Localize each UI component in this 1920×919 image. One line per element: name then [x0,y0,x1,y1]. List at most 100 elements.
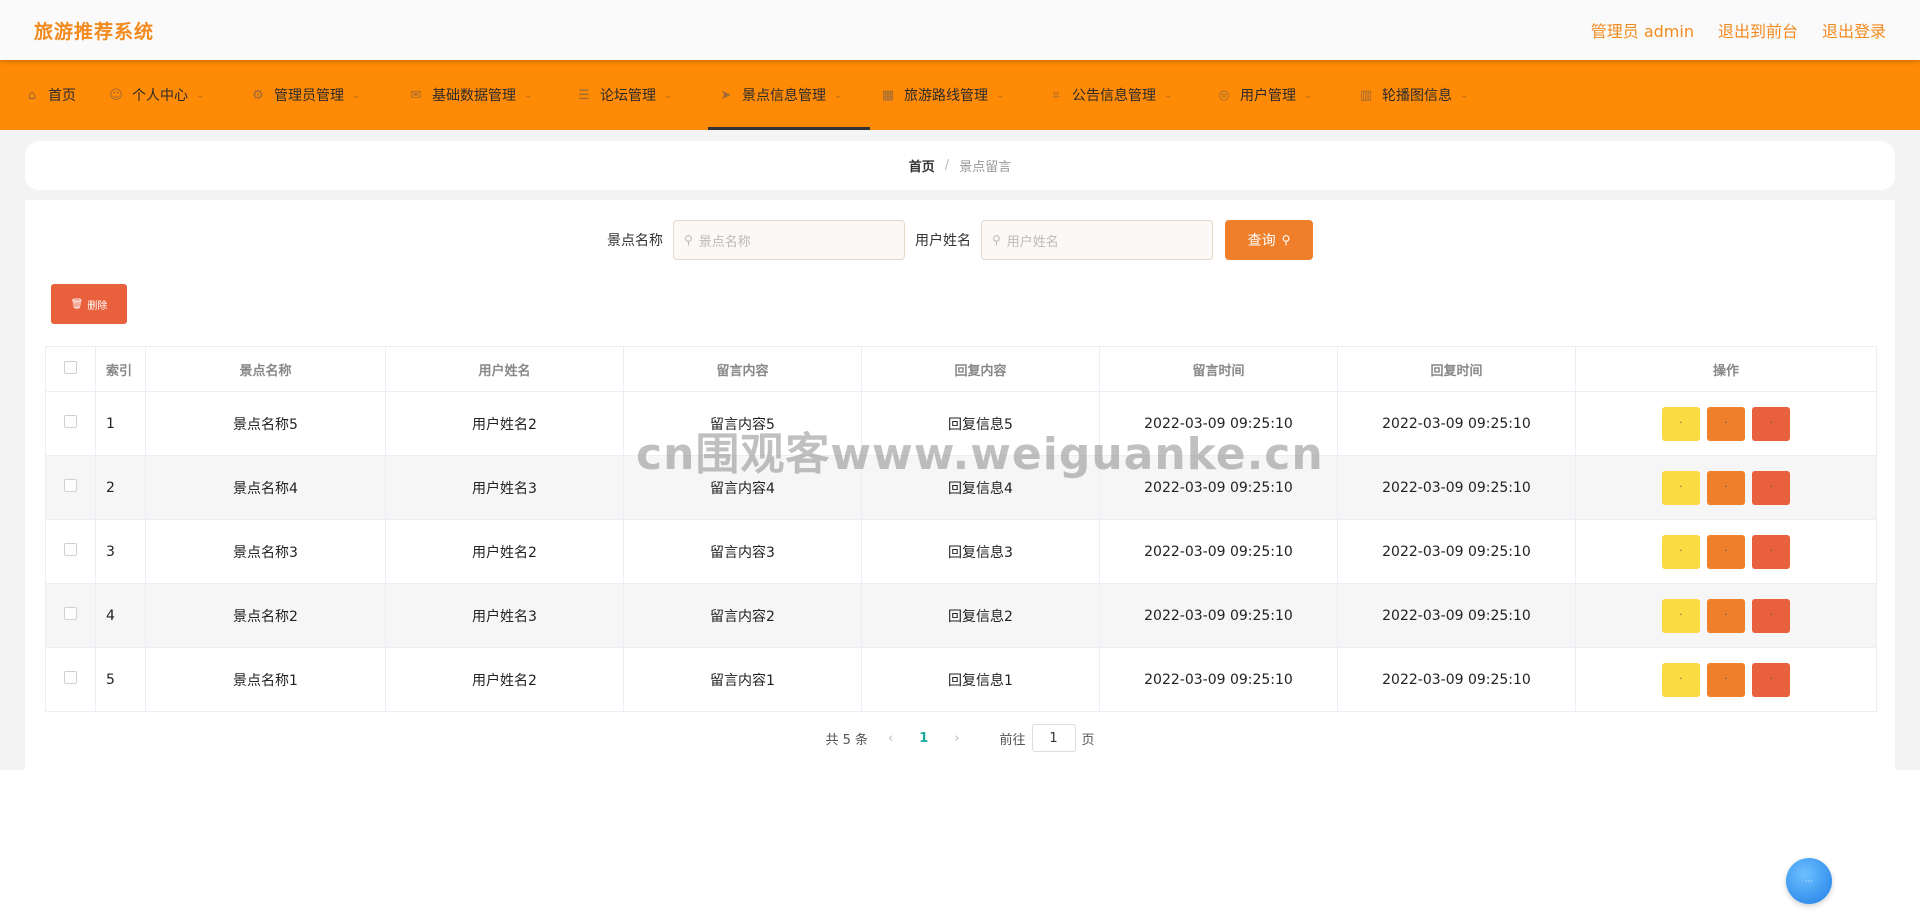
cell-actions: · · · [1575,455,1877,520]
scenic-name-label: 景点名称 [607,233,663,249]
edit-button[interactable]: · [1707,470,1745,505]
list-icon: ☰ [578,87,590,103]
cell-actions: · · · [1575,647,1877,712]
go-frontend-link[interactable]: 退出到前台 [1718,18,1798,42]
nav-item-6[interactable]: ➤ 景点信息管理 ⌄ [708,60,870,130]
cell-actions: · · · [1575,519,1877,584]
col-header-scenic-name: 景点名称 [145,346,386,392]
chevron-down-icon: ⌄ [834,89,843,101]
cell-index: 1 [95,391,146,456]
row-select-cell [45,647,96,712]
grid-icon: ▥ [1359,87,1373,103]
page-number-current[interactable]: 1 [919,731,928,746]
edit-button[interactable]: · [1707,406,1745,441]
search-icon: ⚲ [684,233,693,247]
delete-button[interactable]: · [1752,406,1790,441]
delete-button[interactable]: · [1752,470,1790,505]
table-row[interactable]: 5 景点名称1 用户姓名2 留言内容1 回复信息1 2022-03-09 09:25:10… [45,647,1877,712]
col-header-user-name: 用户姓名 [385,346,624,392]
top-header: 旅游推荐系统 管理员 admin 退出到前台 退出登录 [0,0,1920,60]
table-row[interactable]: 1 景点名称5 用户姓名2 留言内容5 回复信息5 2022-03-09 09:25:10… [45,391,1877,456]
cell-scenic-name: 景点名称4 [145,455,386,520]
view-button[interactable]: · [1662,598,1700,633]
chevron-down-icon: ⌄ [352,89,361,101]
cell-reply: 回复信息1 [861,647,1100,712]
cell-actions: · · · [1575,391,1877,456]
view-button[interactable]: · [1662,406,1700,441]
view-button[interactable]: · [1662,662,1700,697]
prev-page-icon[interactable]: ‹ [888,731,893,746]
search-bar: 景点名称 ⚲ 景点名称 用户姓名 ⚲ 用户姓名 查询 ⚲ [25,220,1895,260]
nav-item-4[interactable]: ✉ 基础数据管理 ⌄ [398,60,566,130]
batch-delete-button[interactable]: 🗑 删除 [51,284,127,324]
row-checkbox[interactable] [64,543,77,556]
nav-item-3[interactable]: ⚙ 管理员管理 ⌄ [240,60,398,130]
cell-user-name: 用户姓名2 [385,391,624,456]
cell-message-time: 2022-03-09 09:25:10 [1099,519,1338,584]
breadcrumb-home[interactable]: 首页 [909,156,935,175]
cell-reply: 回复信息4 [861,455,1100,520]
send-icon: ➤ [720,87,732,103]
nav-item-2[interactable]: ☺ 个人中心 ⌄ [98,60,240,130]
nav-item-9[interactable]: ◎ 用户管理 ⌄ [1206,60,1348,130]
table-row[interactable]: 3 景点名称3 用户姓名2 留言内容3 回复信息3 2022-03-09 09:25:10… [45,519,1877,584]
logout-link[interactable]: 退出登录 [1822,18,1886,42]
cell-reply-time: 2022-03-09 09:25:10 [1337,583,1576,648]
admin-user-link[interactable]: 管理员 admin [1591,18,1694,42]
goto-page: 前往 1 页 [999,724,1095,752]
select-all-checkbox[interactable] [64,360,77,374]
edit-button[interactable]: · [1707,534,1745,569]
cell-user-name: 用户姓名3 [385,583,624,648]
nav-item-5[interactable]: ☰ 论坛管理 ⌄ [566,60,708,130]
breadcrumb-current: 景点留言 [959,160,1012,175]
scenic-name-input[interactable]: ⚲ 景点名称 [673,220,905,260]
row-checkbox[interactable] [64,479,77,492]
cell-scenic-name: 景点名称5 [145,391,386,456]
query-button[interactable]: 查询 ⚲ [1225,220,1313,260]
cell-index: 2 [95,455,146,520]
cell-message-time: 2022-03-09 09:25:10 [1099,455,1338,520]
breadcrumb: 首页 / 景点留言 [25,141,1895,190]
nav-item-7[interactable]: ▦ 旅游路线管理 ⌄ [870,60,1038,130]
col-header-index: 索引 [95,346,146,392]
scenic-name-placeholder: 景点名称 [698,234,751,250]
table-row[interactable]: 4 景点名称2 用户姓名3 留言内容2 回复信息2 2022-03-09 09:25:10… [45,583,1877,648]
chevron-down-icon: ⌄ [664,89,673,101]
delete-button[interactable]: · [1752,598,1790,633]
table-header-row: 索引 景点名称 用户姓名 留言内容 回复内容 留言时间 回复时间 操作 [45,346,1877,392]
row-select-cell [45,519,96,584]
nav-item-10[interactable]: ▥ 轮播图信息 ⌄ [1348,60,1498,130]
float-dots-icon: ··· [1805,876,1813,886]
cell-message: 留言内容2 [623,583,862,648]
table-row[interactable]: 2 景点名称4 用户姓名3 留言内容4 回复信息4 2022-03-09 09:25:10… [45,455,1877,520]
chevron-down-icon: ⌄ [996,89,1005,101]
floating-action-button[interactable]: ··· [1786,858,1832,904]
nav-item-label: 旅游路线管理 [904,88,988,104]
batch-delete-label: 删除 [87,300,108,312]
nav-item-8[interactable]: ⌗ 公告信息管理 ⌄ [1038,60,1206,130]
goto-page-input[interactable]: 1 [1031,724,1076,752]
cell-reply-time: 2022-03-09 09:25:10 [1337,455,1576,520]
edit-button[interactable]: · [1707,598,1745,633]
user-name-input[interactable]: ⚲ 用户姓名 [981,220,1213,260]
next-page-icon[interactable]: › [954,731,959,746]
row-select-cell [45,391,96,456]
delete-button[interactable]: · [1752,534,1790,569]
nav-item-label: 论坛管理 [600,88,656,104]
cell-message: 留言内容3 [623,519,862,584]
nav-item-label: 管理员管理 [274,88,344,104]
row-checkbox[interactable] [64,415,77,428]
calendar-icon: ▦ [881,87,895,103]
user-name-placeholder: 用户姓名 [1006,234,1059,250]
edit-button[interactable]: · [1707,662,1745,697]
cell-message-time: 2022-03-09 09:25:10 [1099,583,1338,648]
view-button[interactable]: · [1662,470,1700,505]
nav-item-label: 公告信息管理 [1072,88,1156,104]
view-button[interactable]: · [1662,534,1700,569]
breadcrumb-separator: / [944,158,950,173]
delete-button[interactable]: · [1752,662,1790,697]
row-checkbox[interactable] [64,607,77,620]
row-checkbox[interactable] [64,671,77,684]
nav-item-1[interactable]: ⌂ 首页 [14,60,98,130]
chevron-down-icon: ⌄ [1460,89,1469,101]
